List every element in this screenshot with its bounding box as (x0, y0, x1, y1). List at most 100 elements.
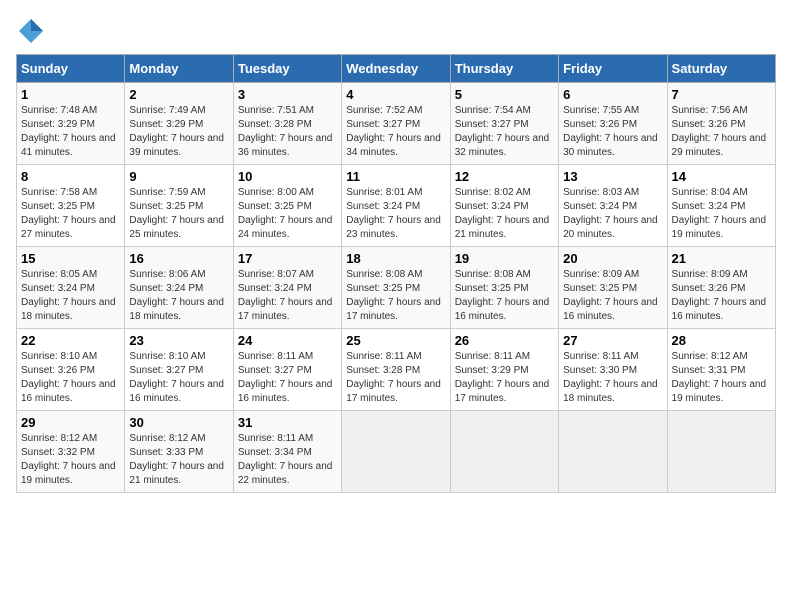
day-of-week-header: Wednesday (342, 55, 450, 83)
day-number: 11 (346, 169, 445, 184)
sunrise-label: Sunrise: 7:59 AM (129, 187, 205, 198)
calendar-day-cell: 25 Sunrise: 8:11 AM Sunset: 3:28 PM Dayl… (342, 329, 450, 411)
sunrise-label: Sunrise: 8:10 AM (129, 351, 205, 362)
daylight-label: Daylight: 7 hours and 29 minutes. (672, 133, 767, 158)
daylight-label: Daylight: 7 hours and 19 minutes. (672, 215, 767, 240)
sunrise-label: Sunrise: 7:56 AM (672, 105, 748, 116)
day-of-week-header: Saturday (667, 55, 775, 83)
calendar-week-row: 22 Sunrise: 8:10 AM Sunset: 3:26 PM Dayl… (17, 329, 776, 411)
calendar-week-row: 29 Sunrise: 8:12 AM Sunset: 3:32 PM Dayl… (17, 411, 776, 493)
daylight-label: Daylight: 7 hours and 20 minutes. (563, 215, 658, 240)
sunrise-label: Sunrise: 8:08 AM (346, 269, 422, 280)
sunrise-label: Sunrise: 8:04 AM (672, 187, 748, 198)
sunrise-label: Sunrise: 8:01 AM (346, 187, 422, 198)
day-number: 10 (238, 169, 337, 184)
sunset-label: Sunset: 3:24 PM (455, 201, 529, 212)
sunset-label: Sunset: 3:32 PM (21, 447, 95, 458)
day-number: 27 (563, 333, 662, 348)
calendar-day-cell: 14 Sunrise: 8:04 AM Sunset: 3:24 PM Dayl… (667, 165, 775, 247)
calendar-day-cell: 15 Sunrise: 8:05 AM Sunset: 3:24 PM Dayl… (17, 247, 125, 329)
daylight-label: Daylight: 7 hours and 16 minutes. (455, 297, 550, 322)
sunset-label: Sunset: 3:24 PM (129, 283, 203, 294)
calendar-day-cell: 10 Sunrise: 8:00 AM Sunset: 3:25 PM Dayl… (233, 165, 341, 247)
day-number: 18 (346, 251, 445, 266)
sunrise-label: Sunrise: 8:11 AM (346, 351, 421, 362)
sunrise-label: Sunrise: 8:02 AM (455, 187, 531, 198)
daylight-label: Daylight: 7 hours and 24 minutes. (238, 215, 333, 240)
day-info: Sunrise: 8:12 AM Sunset: 3:31 PM Dayligh… (672, 350, 771, 406)
calendar-day-cell: 7 Sunrise: 7:56 AM Sunset: 3:26 PM Dayli… (667, 83, 775, 165)
day-info: Sunrise: 8:11 AM Sunset: 3:29 PM Dayligh… (455, 350, 554, 406)
sunrise-label: Sunrise: 8:03 AM (563, 187, 639, 198)
sunset-label: Sunset: 3:30 PM (563, 365, 637, 376)
day-number: 30 (129, 415, 228, 430)
sunset-label: Sunset: 3:26 PM (563, 119, 637, 130)
sunset-label: Sunset: 3:29 PM (21, 119, 95, 130)
day-number: 7 (672, 87, 771, 102)
logo-icon (16, 16, 46, 46)
daylight-label: Daylight: 7 hours and 22 minutes. (238, 461, 333, 486)
sunrise-label: Sunrise: 8:12 AM (129, 433, 205, 444)
day-number: 25 (346, 333, 445, 348)
daylight-label: Daylight: 7 hours and 34 minutes. (346, 133, 441, 158)
sunrise-label: Sunrise: 8:11 AM (563, 351, 638, 362)
calendar-day-cell: 2 Sunrise: 7:49 AM Sunset: 3:29 PM Dayli… (125, 83, 233, 165)
sunset-label: Sunset: 3:33 PM (129, 447, 203, 458)
sunrise-label: Sunrise: 8:08 AM (455, 269, 531, 280)
calendar-day-cell (667, 411, 775, 493)
daylight-label: Daylight: 7 hours and 23 minutes. (346, 215, 441, 240)
day-info: Sunrise: 8:08 AM Sunset: 3:25 PM Dayligh… (455, 268, 554, 324)
calendar-day-cell: 13 Sunrise: 8:03 AM Sunset: 3:24 PM Dayl… (559, 165, 667, 247)
day-number: 19 (455, 251, 554, 266)
sunrise-label: Sunrise: 8:11 AM (238, 433, 313, 444)
sunrise-label: Sunrise: 7:52 AM (346, 105, 422, 116)
daylight-label: Daylight: 7 hours and 16 minutes. (238, 379, 333, 404)
day-info: Sunrise: 8:01 AM Sunset: 3:24 PM Dayligh… (346, 186, 445, 242)
day-number: 31 (238, 415, 337, 430)
sunrise-label: Sunrise: 8:05 AM (21, 269, 97, 280)
sunrise-label: Sunrise: 8:00 AM (238, 187, 314, 198)
sunset-label: Sunset: 3:24 PM (563, 201, 637, 212)
sunset-label: Sunset: 3:26 PM (21, 365, 95, 376)
day-info: Sunrise: 7:59 AM Sunset: 3:25 PM Dayligh… (129, 186, 228, 242)
sunset-label: Sunset: 3:29 PM (455, 365, 529, 376)
daylight-label: Daylight: 7 hours and 25 minutes. (129, 215, 224, 240)
sunset-label: Sunset: 3:26 PM (672, 283, 746, 294)
day-number: 17 (238, 251, 337, 266)
sunrise-label: Sunrise: 8:12 AM (21, 433, 97, 444)
calendar-day-cell: 1 Sunrise: 7:48 AM Sunset: 3:29 PM Dayli… (17, 83, 125, 165)
calendar-day-cell (559, 411, 667, 493)
day-info: Sunrise: 8:09 AM Sunset: 3:25 PM Dayligh… (563, 268, 662, 324)
page-header (16, 16, 776, 46)
sunrise-label: Sunrise: 7:54 AM (455, 105, 531, 116)
day-info: Sunrise: 7:49 AM Sunset: 3:29 PM Dayligh… (129, 104, 228, 160)
day-info: Sunrise: 8:12 AM Sunset: 3:32 PM Dayligh… (21, 432, 120, 488)
calendar-day-cell: 31 Sunrise: 8:11 AM Sunset: 3:34 PM Dayl… (233, 411, 341, 493)
sunset-label: Sunset: 3:25 PM (346, 283, 420, 294)
day-info: Sunrise: 7:55 AM Sunset: 3:26 PM Dayligh… (563, 104, 662, 160)
calendar-day-cell: 26 Sunrise: 8:11 AM Sunset: 3:29 PM Dayl… (450, 329, 558, 411)
day-of-week-header: Thursday (450, 55, 558, 83)
daylight-label: Daylight: 7 hours and 36 minutes. (238, 133, 333, 158)
day-info: Sunrise: 7:56 AM Sunset: 3:26 PM Dayligh… (672, 104, 771, 160)
day-number: 28 (672, 333, 771, 348)
sunset-label: Sunset: 3:24 PM (672, 201, 746, 212)
calendar-day-cell: 6 Sunrise: 7:55 AM Sunset: 3:26 PM Dayli… (559, 83, 667, 165)
day-info: Sunrise: 8:12 AM Sunset: 3:33 PM Dayligh… (129, 432, 228, 488)
sunrise-label: Sunrise: 8:09 AM (563, 269, 639, 280)
day-info: Sunrise: 8:10 AM Sunset: 3:26 PM Dayligh… (21, 350, 120, 406)
daylight-label: Daylight: 7 hours and 41 minutes. (21, 133, 116, 158)
calendar-day-cell: 30 Sunrise: 8:12 AM Sunset: 3:33 PM Dayl… (125, 411, 233, 493)
sunrise-label: Sunrise: 8:06 AM (129, 269, 205, 280)
calendar-day-cell: 21 Sunrise: 8:09 AM Sunset: 3:26 PM Dayl… (667, 247, 775, 329)
daylight-label: Daylight: 7 hours and 16 minutes. (129, 379, 224, 404)
day-number: 22 (21, 333, 120, 348)
day-info: Sunrise: 8:11 AM Sunset: 3:34 PM Dayligh… (238, 432, 337, 488)
calendar-day-cell (450, 411, 558, 493)
day-number: 5 (455, 87, 554, 102)
calendar-day-cell (342, 411, 450, 493)
day-number: 6 (563, 87, 662, 102)
sunrise-label: Sunrise: 8:12 AM (672, 351, 748, 362)
day-number: 1 (21, 87, 120, 102)
calendar-week-row: 15 Sunrise: 8:05 AM Sunset: 3:24 PM Dayl… (17, 247, 776, 329)
